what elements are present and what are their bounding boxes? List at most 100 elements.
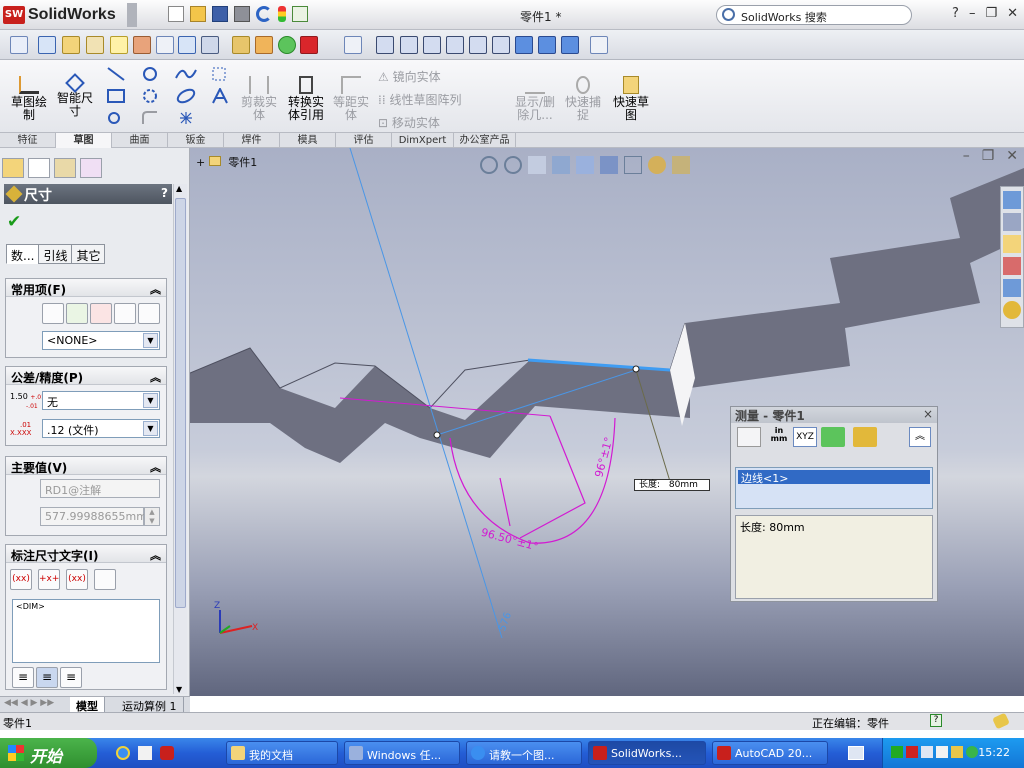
- insert-center-button[interactable]: +x+: [38, 569, 60, 590]
- linear-pattern[interactable]: ⁞⁞ 线性草图阵列: [378, 91, 461, 108]
- dimxpert-manager-icon[interactable]: [80, 158, 102, 178]
- tab-model[interactable]: 模型: [70, 697, 105, 713]
- collapse-chevron-icon[interactable]: ︽: [150, 281, 161, 297]
- feature-tree-root[interactable]: + 零件1: [196, 154, 257, 170]
- add-favorite-button[interactable]: [66, 303, 88, 324]
- primary-value-header[interactable]: 主要值(V) ︽: [6, 457, 166, 475]
- close-button[interactable]: ✕: [1007, 6, 1018, 21]
- collapse-measure-button[interactable]: ︽: [909, 427, 931, 447]
- viewport-close-button[interactable]: ✕: [1006, 148, 1018, 164]
- feature-manager-icon[interactable]: [2, 158, 24, 178]
- zoom-to-fit-icon[interactable]: [480, 156, 498, 174]
- tab-office-products[interactable]: 办公室产品: [454, 133, 516, 148]
- search-results-icon[interactable]: [1003, 257, 1021, 275]
- tab-weldments[interactable]: 焊件: [224, 133, 280, 148]
- units-precision-button[interactable]: in mm: [767, 427, 791, 447]
- tab-sketch[interactable]: 草图: [56, 133, 112, 148]
- tab-evaluate[interactable]: 评估: [336, 133, 392, 148]
- status-tag-icon[interactable]: [992, 712, 1010, 730]
- viewport-minimize-button[interactable]: –: [963, 148, 970, 164]
- check-sketch-icon[interactable]: [110, 36, 128, 54]
- view-top-icon[interactable]: [469, 36, 487, 54]
- tolerance-header[interactable]: 公差/精度(P) ︽: [6, 367, 166, 385]
- tray-ime-icon[interactable]: [936, 746, 948, 758]
- taskbar-ie-window[interactable]: 请教一个图...: [466, 741, 582, 765]
- smart-dimension-button[interactable]: 智能尺 寸: [54, 73, 96, 118]
- view-iso-icon[interactable]: [515, 36, 533, 54]
- align-left-button[interactable]: ≡: [12, 667, 34, 688]
- home-icon[interactable]: [1003, 191, 1021, 209]
- taskbar-windows-task-manager[interactable]: Windows 任...: [344, 741, 460, 765]
- scroll-thumb[interactable]: [175, 198, 186, 608]
- apply-defaults-button[interactable]: [42, 303, 64, 324]
- geometry-analysis-icon[interactable]: [278, 36, 296, 54]
- stop-icon[interactable]: [300, 36, 318, 54]
- measure-title[interactable]: 测量 - 零件1: [731, 407, 937, 423]
- selected-edge-item[interactable]: 边线<1>: [738, 470, 930, 485]
- sketch-grid-tool[interactable]: [210, 66, 230, 84]
- taskbar-autocad[interactable]: AutoCAD 20...: [712, 741, 828, 765]
- rapid-sketch-button[interactable]: 快速草 图: [610, 76, 652, 122]
- precision-select[interactable]: .12 (文件) ▼: [42, 419, 160, 438]
- arc-circle-options-icon[interactable]: [737, 427, 761, 447]
- tab-features[interactable]: 特征: [0, 133, 56, 148]
- measure-icon[interactable]: [178, 36, 196, 54]
- appearances-icon[interactable]: [1003, 301, 1021, 319]
- undo-icon[interactable]: [256, 6, 272, 22]
- pm-scrollbar[interactable]: ▲ ▼: [173, 184, 187, 694]
- align-right-button[interactable]: ≡: [60, 667, 82, 688]
- measure-close-button[interactable]: ×: [923, 407, 933, 421]
- mirror-entities[interactable]: ⚠ 镜向实体: [378, 68, 441, 85]
- favorites-select[interactable]: <NONE> ▼: [42, 331, 160, 350]
- view-orientation-icon[interactable]: [576, 156, 594, 174]
- menu-flyout-arrow[interactable]: [127, 3, 137, 27]
- rebuild-traffic-light-icon[interactable]: [278, 6, 286, 22]
- view-front-icon[interactable]: [376, 36, 394, 54]
- taskbar-solidworks[interactable]: SolidWorks...: [588, 741, 706, 765]
- move-entities[interactable]: ⊡ 移动实体: [378, 114, 440, 131]
- collapse-chevron-icon[interactable]: ︽: [150, 547, 161, 563]
- show-desktop-icon[interactable]: [848, 746, 864, 760]
- new-document-icon[interactable]: [168, 6, 184, 22]
- viewport-restore-button[interactable]: ❐: [982, 148, 995, 164]
- restore-button[interactable]: ❐: [985, 6, 997, 21]
- tolerance-type-select[interactable]: 无 ▼: [42, 391, 160, 410]
- design-library-icon[interactable]: [1003, 213, 1021, 231]
- point-tool[interactable]: [176, 110, 196, 128]
- apply-scene-icon[interactable]: [672, 156, 690, 174]
- help-button[interactable]: ?: [952, 6, 959, 21]
- view-trimetric-icon[interactable]: [538, 36, 556, 54]
- align-center-button[interactable]: ≡: [36, 667, 58, 688]
- deviation-icon[interactable]: [232, 36, 250, 54]
- taskbar-my-documents[interactable]: 我的文档: [226, 741, 338, 765]
- start-button[interactable]: 开始: [0, 738, 97, 768]
- file-explorer-icon[interactable]: [1003, 235, 1021, 253]
- display-delete-relations-button[interactable]: 显示/删 除几...: [512, 76, 558, 122]
- expand-icon[interactable]: +: [196, 156, 209, 169]
- trim-button[interactable]: 剪裁实 体: [238, 76, 280, 122]
- search-box[interactable]: SolidWorks 搜索: [716, 5, 912, 25]
- edit-appearance-icon[interactable]: [648, 156, 666, 174]
- view-dimetric-icon[interactable]: [561, 36, 579, 54]
- graphics-viewport[interactable]: 96.50°±1° 96°±1° 576 Z X + 零件1 – ❐ ✕ 长度:…: [190, 148, 1024, 696]
- display-style-icon[interactable]: [600, 156, 618, 174]
- tab-dimxpert[interactable]: DimXpert: [392, 133, 454, 148]
- configuration-manager-icon[interactable]: [54, 158, 76, 178]
- options-icon[interactable]: [292, 6, 308, 22]
- section-view-icon[interactable]: [552, 156, 570, 174]
- convert-entities-button[interactable]: 转换实 体引用: [284, 76, 328, 122]
- tray-k-icon[interactable]: [906, 746, 918, 758]
- tab-surfaces[interactable]: 曲面: [112, 133, 168, 148]
- minimize-button[interactable]: –: [969, 6, 976, 21]
- dimension-xpert-icon[interactable]: [62, 36, 80, 54]
- arc-tool[interactable]: [138, 88, 166, 106]
- selection-list[interactable]: 边线<1>: [735, 467, 933, 509]
- tab-nav-arrows[interactable]: ◀◀ ◀ ▶ ▶▶: [4, 698, 54, 708]
- dimension-name-field[interactable]: RD1@注解: [40, 479, 160, 498]
- section-properties-icon[interactable]: [201, 36, 219, 54]
- polygon-tool[interactable]: [104, 110, 124, 128]
- view-back-icon[interactable]: [400, 36, 418, 54]
- insert-inspection-button[interactable]: (xx): [66, 569, 88, 590]
- favorites-header[interactable]: 常用项(F) ︽: [6, 279, 166, 297]
- sketch-mode-icon[interactable]: [38, 36, 56, 54]
